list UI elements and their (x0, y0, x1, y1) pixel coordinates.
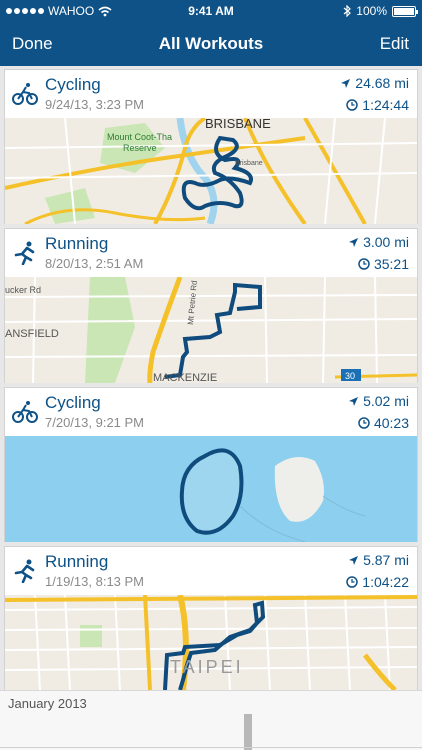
battery-percent: 100% (356, 4, 387, 18)
route-map[interactable]: BRISBANE Mount Coot-Tha Reserve Brisbane (5, 118, 417, 224)
workout-type: Cycling (45, 393, 101, 412)
workout-type: Running (45, 552, 109, 571)
map-label-park: Mount Coot-Tha (107, 132, 172, 142)
timeline-divider (0, 747, 422, 748)
duration-value: 40:23 (373, 415, 409, 431)
map-label-city: TAIPEI (170, 657, 244, 677)
map-label-city: BRISBANE (205, 118, 271, 131)
timeline-scrubber[interactable] (244, 714, 252, 750)
location-arrow-icon (341, 78, 351, 88)
cyclist-icon (12, 401, 38, 423)
clock-icon (346, 576, 359, 588)
workout-type: Cycling (45, 75, 101, 94)
duration-value: 1:04:22 (362, 574, 409, 590)
page-title: All Workouts (158, 34, 264, 53)
workout-header: Cycling 9/24/13, 3:23 PM 24.68 mi 1:24:4… (5, 70, 417, 118)
duration-value: 1:24:44 (362, 97, 409, 113)
workout-distance: 3.00 mi (348, 234, 409, 250)
distance-value: 24.68 mi (355, 75, 409, 91)
timeline-month-label: January 2013 (8, 696, 87, 711)
route-map-graphic: ucker Rd ANSFIELD MACKENZIE Mt Petrie Rd… (5, 277, 417, 383)
workout-card-running-2[interactable]: Running 1/19/13, 8:13 PM 5.87 mi 1:04:22 (4, 546, 418, 690)
clock-icon (358, 258, 370, 270)
distance-value: 5.02 mi (363, 393, 409, 409)
workout-distance: 5.87 mi (348, 552, 409, 568)
route-map-graphic: BRISBANE Mount Coot-Tha Reserve Brisbane (5, 118, 417, 224)
distance-value: 3.00 mi (363, 234, 409, 250)
edit-button[interactable]: Edit (380, 34, 409, 54)
distance-value: 5.87 mi (363, 552, 409, 568)
status-bar: WAHOO 9:41 AM 100% (0, 0, 422, 22)
workout-header: Cycling 7/20/13, 9:21 PM 5.02 mi 40:23 (5, 388, 417, 436)
workout-date: 8/20/13, 2:51 AM (45, 256, 144, 271)
workout-distance: 5.02 mi (348, 393, 409, 409)
workout-header: Running 1/19/13, 8:13 PM 5.87 mi 1:04:22 (5, 547, 417, 595)
workout-distance: 24.68 mi (340, 75, 409, 91)
location-arrow-icon (349, 396, 359, 406)
cyclist-icon (12, 83, 38, 105)
workout-header: Running 8/20/13, 2:51 AM 3.00 mi 35:21 (5, 229, 417, 277)
route-map-graphic (5, 436, 417, 542)
workout-date: 7/20/13, 9:21 PM (45, 415, 145, 430)
map-label-suburb: ANSFIELD (5, 328, 59, 340)
bluetooth-icon (343, 5, 352, 17)
location-arrow-icon (349, 555, 359, 565)
workout-duration: 1:24:44 (346, 97, 409, 113)
runner-icon (14, 241, 35, 265)
workout-date: 9/24/13, 3:23 PM (45, 97, 145, 112)
workout-duration: 35:21 (358, 256, 409, 272)
clock-icon (346, 99, 359, 111)
workout-card-cycling-2[interactable]: Cycling 7/20/13, 9:21 PM 5.02 mi 40:23 (4, 387, 418, 542)
map-label-route-shield: 30 (345, 371, 355, 381)
battery-icon (392, 5, 418, 17)
workout-date: 1/19/13, 8:13 PM (45, 574, 145, 589)
map-label-suburb-2: MACKENZIE (153, 372, 217, 383)
route-map-graphic: TAIPEI (5, 595, 417, 690)
clock-icon (358, 417, 370, 429)
runner-icon (14, 559, 35, 583)
workout-duration: 1:04:22 (346, 574, 409, 590)
nav-bar: Done All Workouts Edit (0, 22, 422, 66)
workout-card-cycling-1[interactable]: Cycling 9/24/13, 3:23 PM 24.68 mi 1:24:4… (4, 69, 418, 224)
location-arrow-icon (349, 237, 359, 247)
map-label-reserve: Reserve (123, 143, 157, 153)
map-label-road: ucker Rd (5, 285, 41, 295)
duration-value: 35:21 (373, 256, 409, 272)
workout-duration: 40:23 (358, 415, 409, 431)
workout-list: Cycling 9/24/13, 3:23 PM 24.68 mi 1:24:4… (0, 66, 422, 690)
timeline-bar: January 2013 (0, 690, 422, 750)
workout-card-running-1[interactable]: Running 8/20/13, 2:51 AM 3.00 mi 35:21 u… (4, 228, 418, 383)
route-map[interactable]: TAIPEI (5, 595, 417, 690)
workout-type: Running (45, 234, 109, 253)
route-map[interactable] (5, 436, 417, 542)
route-map[interactable]: ucker Rd ANSFIELD MACKENZIE Mt Petrie Rd… (5, 277, 417, 383)
status-right: 100% (343, 4, 418, 18)
map-label-area: Brisbane (235, 160, 263, 167)
